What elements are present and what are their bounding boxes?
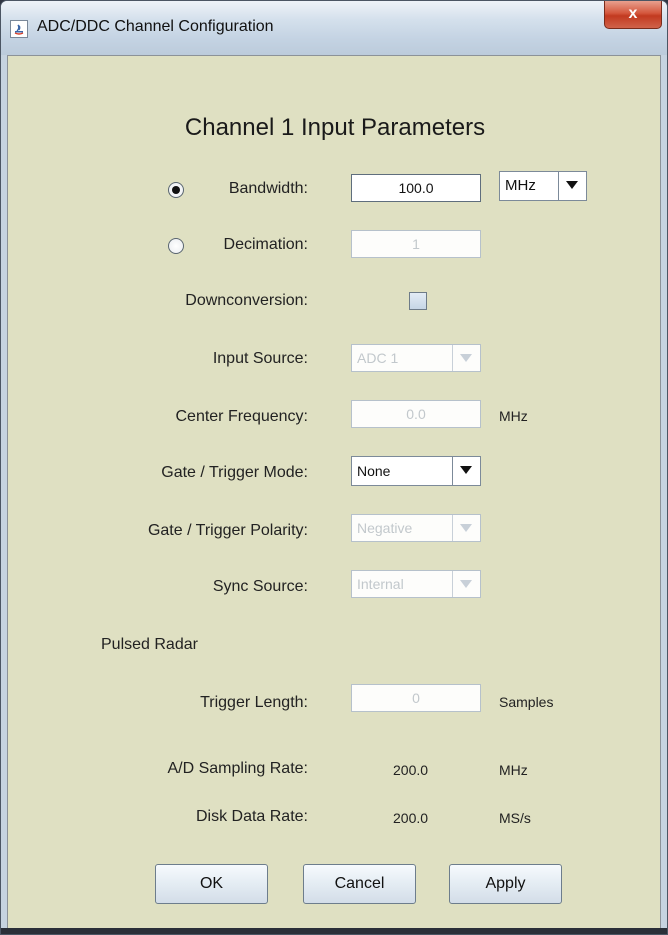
gate-trigger-mode-label: Gate / Trigger Mode: <box>161 464 308 481</box>
sync-source-select: Internal <box>351 570 481 598</box>
disk-data-rate-value: 200.0 <box>393 810 429 826</box>
input-source-value: ADC 1 <box>357 350 399 366</box>
center-frequency-unit: MHz <box>499 408 528 424</box>
input-source-select: ADC 1 <box>351 344 481 372</box>
chevron-down-icon <box>452 571 480 597</box>
dialog-window: ADC/DDC Channel Configuration x Channel … <box>0 0 668 935</box>
downconversion-checkbox[interactable] <box>409 292 427 310</box>
chevron-down-icon <box>452 515 480 541</box>
center-frequency-input: 0.0 <box>351 400 481 428</box>
close-button[interactable]: x <box>604 1 662 29</box>
pulsed-radar-section-label: Pulsed Radar <box>101 636 198 653</box>
apply-button[interactable]: Apply <box>449 864 562 904</box>
gate-trigger-polarity-select: Negative <box>351 514 481 542</box>
sync-source-label: Sync Source: <box>212 578 308 595</box>
bandwidth-label: Bandwidth: <box>228 180 308 197</box>
trigger-length-label: Trigger Length: <box>200 694 308 711</box>
java-app-icon <box>10 20 28 38</box>
trigger-length-unit: Samples <box>499 694 554 710</box>
downconversion-label: Downconversion: <box>185 292 308 309</box>
gate-trigger-mode-value: None <box>357 463 391 479</box>
sampling-rate-value: 200.0 <box>393 762 429 778</box>
gate-trigger-polarity-label: Gate / Trigger Polarity: <box>147 522 308 539</box>
bandwidth-unit-select[interactable]: MHz <box>499 171 587 201</box>
decimation-input: 1 <box>351 230 481 258</box>
center-frequency-label: Center Frequency: <box>175 408 308 425</box>
disk-data-rate-label: Disk Data Rate: <box>195 808 308 825</box>
close-icon: x <box>628 5 638 22</box>
gate-trigger-polarity-value: Negative <box>357 520 413 536</box>
bandwidth-radio[interactable] <box>168 182 184 198</box>
page-title: Channel 1 Input Parameters <box>184 114 486 141</box>
ok-button[interactable]: OK <box>155 864 268 904</box>
bandwidth-input[interactable]: 100.0 <box>351 174 481 202</box>
chevron-down-icon <box>452 345 480 371</box>
window-title: ADC/DDC Channel Configuration <box>37 18 274 35</box>
chevron-down-icon[interactable] <box>452 457 480 485</box>
gate-trigger-mode-select[interactable]: None <box>351 456 481 486</box>
decimation-radio[interactable] <box>168 238 184 254</box>
cancel-button[interactable]: Cancel <box>303 864 416 904</box>
sampling-rate-label: A/D Sampling Rate: <box>167 760 308 777</box>
sync-source-value: Internal <box>357 576 404 592</box>
sampling-rate-unit: MHz <box>499 762 528 778</box>
trigger-length-input: 0 <box>351 684 481 712</box>
window-bottom-edge <box>1 928 667 934</box>
disk-data-rate-unit: MS/s <box>499 810 531 826</box>
title-bar[interactable]: ADC/DDC Channel Configuration x <box>1 1 667 55</box>
bandwidth-unit-value: MHz <box>505 177 536 194</box>
decimation-label: Decimation: <box>223 236 308 253</box>
chevron-down-icon[interactable] <box>558 172 586 200</box>
input-source-label: Input Source: <box>212 350 308 367</box>
dialog-content: Channel 1 Input Parameters Bandwidth: 10… <box>7 55 661 929</box>
